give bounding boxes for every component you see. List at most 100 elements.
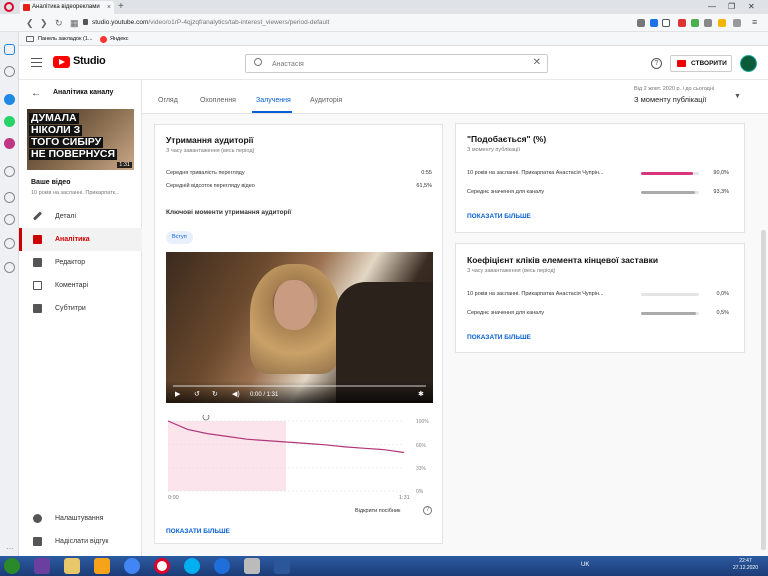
help-circle-icon[interactable]: ? xyxy=(423,506,432,515)
minimize-icon[interactable]: — xyxy=(708,1,716,13)
window-close-icon[interactable]: ✕ xyxy=(748,1,755,13)
avg-duration-label: Середня тривалість перегляду xyxy=(166,170,245,176)
analytics-icon xyxy=(33,235,42,244)
forward-icon[interactable]: ❯ xyxy=(40,17,48,29)
start-icon[interactable] xyxy=(4,558,20,574)
nav-item-analytics[interactable]: Аналітика xyxy=(19,228,142,251)
messenger-icon[interactable] xyxy=(4,94,15,105)
maximize-icon[interactable]: ❐ xyxy=(728,1,735,13)
reload-icon[interactable]: ↻ xyxy=(55,17,63,29)
lang-indicator[interactable]: UK xyxy=(581,562,589,568)
opera-icon[interactable] xyxy=(154,558,170,574)
back-arrow-icon[interactable]: ← xyxy=(31,88,41,99)
forward-10-icon[interactable]: ↻ xyxy=(212,391,218,399)
player-icon[interactable] xyxy=(4,166,15,177)
y-tick-label: 33% xyxy=(416,466,427,472)
video-thumbnail[interactable]: ДУМАЛА НІКОЛИ З ТОГО СИБІРУ НЕ ПОВЕРНУСЯ… xyxy=(27,109,134,170)
word-icon[interactable] xyxy=(274,558,290,574)
opera-menu-icon[interactable] xyxy=(4,2,14,12)
more-icon[interactable]: ··· xyxy=(6,544,14,553)
ie-icon[interactable] xyxy=(214,558,230,574)
search-input[interactable] xyxy=(272,57,512,71)
download-icon[interactable] xyxy=(733,19,741,27)
app-icon[interactable] xyxy=(34,558,50,574)
opera-sidebar: ··· xyxy=(0,32,19,556)
extension-icon[interactable] xyxy=(691,19,699,27)
tab-reach[interactable]: Охоплення xyxy=(200,97,236,104)
nav-item-feedback[interactable]: Надіслати відгук xyxy=(19,530,142,553)
clock[interactable]: 22:47 27.12.2020 xyxy=(733,558,758,572)
player-time: 0:00 / 1:31 xyxy=(250,392,279,398)
period-select[interactable]: З моменту публікації xyxy=(634,95,706,104)
create-button[interactable]: СТВОРИТИ xyxy=(670,55,732,72)
home-icon[interactable] xyxy=(4,66,15,77)
settings-icon[interactable] xyxy=(4,238,15,249)
browser-tab-bar: Аналітика відеореклами × + — ❐ ✕ xyxy=(0,0,768,14)
explorer-icon[interactable] xyxy=(64,558,80,574)
workspace-icon[interactable] xyxy=(4,44,15,55)
nav-item-editor[interactable]: Редактор xyxy=(19,251,142,274)
hamburger-menu-icon[interactable] xyxy=(31,58,42,67)
shield-icon[interactable] xyxy=(650,19,658,27)
help-icon[interactable]: ? xyxy=(651,58,662,69)
intro-chip[interactable]: Вступ xyxy=(166,231,193,244)
likes-show-more[interactable]: ПОКАЗАТИ БІЛЬШЕ xyxy=(467,213,531,220)
rewind-icon[interactable]: ↺ xyxy=(194,391,200,399)
likes-video-bar xyxy=(641,172,699,175)
y-tick-label: 66% xyxy=(416,443,427,449)
nav-item-details[interactable]: Деталі xyxy=(19,205,142,228)
play-icon[interactable]: ▶ xyxy=(175,391,180,399)
skype-icon[interactable] xyxy=(184,558,200,574)
heart-icon[interactable] xyxy=(4,192,15,203)
adblock-icon[interactable] xyxy=(678,19,686,27)
tab-engagement[interactable]: Залучення xyxy=(256,97,291,104)
camera-icon[interactable] xyxy=(637,19,645,27)
endscreen-subtitle: З часу завантаження (весь період) xyxy=(467,268,556,274)
avatar[interactable] xyxy=(740,55,757,72)
search-box[interactable]: ✕ xyxy=(245,54,548,73)
tab-overview[interactable]: Огляд xyxy=(158,97,178,104)
history-icon[interactable] xyxy=(4,214,15,225)
retention-chart[interactable]: 100% 66% 33% 0% xyxy=(166,415,433,505)
puzzle-icon[interactable] xyxy=(704,19,712,27)
whatsapp-icon[interactable] xyxy=(4,116,15,127)
url-host: studio.youtube.com xyxy=(92,19,149,26)
player-progress-bar[interactable] xyxy=(173,385,426,387)
clear-search-icon[interactable]: ✕ xyxy=(533,57,541,68)
easy-setup-icon[interactable]: ≡ xyxy=(752,17,757,27)
new-tab-button[interactable]: + xyxy=(118,0,124,13)
media-icon[interactable] xyxy=(94,558,110,574)
instagram-icon[interactable] xyxy=(4,138,15,149)
speed-dial-icon[interactable]: ▦ xyxy=(70,17,79,29)
lock-icon xyxy=(83,19,88,25)
browser-tab[interactable]: Аналітика відеореклами × xyxy=(20,1,114,14)
nav-item-comments[interactable]: Коментарі xyxy=(19,274,142,297)
vpn-icon[interactable] xyxy=(718,19,726,27)
chevron-down-icon[interactable]: ▼ xyxy=(734,93,741,100)
lightbulb-icon[interactable] xyxy=(4,262,15,273)
bookmark-yandex[interactable]: Яндекс xyxy=(110,32,129,46)
video-player[interactable]: ▶ ↺ ↻ ◀) 0:00 / 1:31 ✱ xyxy=(166,252,433,403)
endscreen-show-more[interactable]: ПОКАЗАТИ БІЛЬШЕ xyxy=(467,334,531,341)
url-field[interactable]: studio.youtube.com/video/o1rP-4qjzqf/ana… xyxy=(92,16,622,30)
heart-icon[interactable] xyxy=(662,19,670,27)
open-guide-link[interactable]: Відкрити посібник xyxy=(355,508,400,514)
tab-close-icon[interactable]: × xyxy=(107,1,111,14)
nav-item-settings[interactable]: Налаштування xyxy=(19,507,142,530)
likes-channel-bar-fill xyxy=(641,191,696,194)
tab-audience[interactable]: Аудиторія xyxy=(310,97,342,104)
back-icon[interactable]: ❮ xyxy=(26,17,34,29)
player-settings-icon[interactable]: ✱ xyxy=(418,391,424,399)
bookmark-panel[interactable]: Панель закладок (1... xyxy=(38,32,93,46)
volume-icon[interactable]: ◀) xyxy=(232,391,240,399)
comments-icon xyxy=(33,281,42,290)
taskbar: UK 22:47 27.12.2020 xyxy=(0,556,768,576)
chrome-icon[interactable] xyxy=(124,558,140,574)
retention-show-more[interactable]: ПОКАЗАТИ БІЛЬШЕ xyxy=(166,528,230,535)
youtube-favicon-icon xyxy=(23,4,30,11)
paint-icon[interactable] xyxy=(244,558,260,574)
nav-item-subtitles[interactable]: Субтитри xyxy=(19,297,142,320)
youtube-logo-icon[interactable] xyxy=(53,56,70,68)
scrollbar[interactable] xyxy=(761,230,766,550)
likes-subtitle: З моменту публікації xyxy=(467,147,521,153)
